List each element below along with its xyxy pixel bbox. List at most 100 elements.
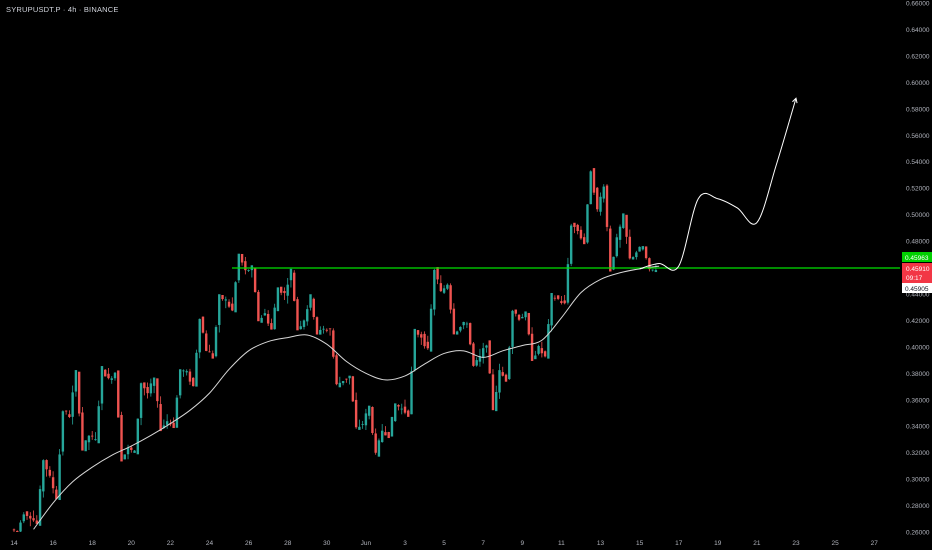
- candle-body: [25, 511, 29, 516]
- candle-body: [498, 370, 501, 393]
- candle-body: [315, 317, 319, 335]
- candle-body: [283, 291, 286, 294]
- candle-body: [175, 397, 179, 428]
- time-axis[interactable]: 14 16 18 20 22 24 26 28 30 Jun 3 5 7 9 11 13 15 17 19 21 23 2…: [10, 540, 878, 547]
- candle-body: [410, 371, 413, 415]
- candle-body: [172, 422, 175, 429]
- candle-body: [253, 267, 257, 293]
- candle-body: [407, 410, 410, 417]
- candle-body: [293, 272, 296, 301]
- time-axis-label: 5: [442, 540, 446, 547]
- price-axis-label: 0.50000: [906, 212, 930, 219]
- candle-body: [32, 518, 35, 521]
- candle-body: [504, 374, 508, 382]
- candle-body: [364, 413, 368, 426]
- price-axis-label: 0.64000: [906, 27, 930, 34]
- price-axis-label: 0.32000: [906, 450, 930, 457]
- candle-body: [322, 328, 325, 330]
- candle-body: [543, 351, 547, 357]
- candle-body: [113, 372, 117, 379]
- candle-body: [462, 321, 465, 326]
- time-axis-label: 18: [89, 540, 97, 547]
- candle-body: [273, 307, 276, 330]
- candle-body: [104, 369, 107, 377]
- candle-body: [371, 406, 374, 433]
- time-axis-label: 25: [831, 540, 839, 547]
- candle-body: [87, 435, 91, 443]
- candle-body: [120, 414, 123, 462]
- candle-body: [182, 370, 185, 372]
- candle-body: [156, 378, 159, 402]
- candle-body: [429, 308, 433, 352]
- last-price-badges: 0.45963 0.45910 09:17 0.45905: [902, 252, 932, 293]
- candle-body: [51, 477, 55, 489]
- candle-body: [400, 408, 403, 410]
- candle-body: [605, 185, 609, 227]
- candle-body: [12, 529, 16, 531]
- candle-body: [84, 440, 87, 452]
- candle-body: [332, 330, 335, 357]
- current-price-badge-text: 0.45910: [906, 266, 930, 273]
- candle-body: [622, 213, 625, 228]
- candle-body: [468, 323, 472, 345]
- candle-body: [335, 355, 338, 385]
- candle-body: [211, 353, 214, 359]
- time-axis-label: 16: [49, 540, 57, 547]
- candle-body: [266, 313, 270, 324]
- candle-body: [312, 298, 315, 317]
- price-axis-label: 0.54000: [906, 159, 930, 166]
- candle-body: [615, 237, 618, 257]
- candle-body: [465, 323, 469, 325]
- candle-body: [384, 432, 387, 436]
- candle-body: [136, 418, 140, 455]
- candle-body: [152, 377, 156, 386]
- candle-body: [276, 287, 280, 312]
- candle-body: [328, 328, 332, 330]
- candle-body: [380, 430, 384, 443]
- candle-body: [524, 311, 527, 318]
- price-axis-label: 0.58000: [906, 106, 930, 113]
- candle-body: [358, 426, 361, 430]
- candle-body: [244, 261, 247, 271]
- projection-path[interactable]: [639, 98, 797, 271]
- candle-body: [488, 340, 491, 374]
- candle-body: [599, 196, 602, 212]
- candle-body: [449, 285, 452, 310]
- candle-body: [201, 316, 205, 333]
- candle-body: [638, 246, 641, 252]
- candle-body: [530, 333, 534, 361]
- time-axis-label: 30: [323, 540, 331, 547]
- candle-body: [354, 399, 358, 428]
- price-axis-label: 0.62000: [906, 53, 930, 60]
- candle-body: [100, 366, 104, 404]
- candle-body: [397, 405, 400, 407]
- candle-body: [74, 370, 78, 392]
- candle-body: [583, 237, 586, 245]
- candle-body: [68, 414, 71, 418]
- candle-body: [107, 373, 110, 379]
- candle-body: [195, 352, 198, 387]
- candle-body: [560, 301, 563, 303]
- moving-average-line: [33, 265, 660, 530]
- candle-body: [117, 370, 120, 418]
- candle-body: [130, 447, 133, 450]
- candle-body: [416, 330, 420, 335]
- candle-body: [413, 328, 416, 371]
- bar-countdown-text: 09:17: [906, 275, 923, 282]
- time-axis-label: 17: [675, 540, 683, 547]
- time-axis-label: 14: [10, 540, 18, 547]
- price-axis-label: 0.30000: [906, 477, 930, 484]
- candle-body: [540, 348, 544, 354]
- candle-body: [537, 345, 540, 354]
- candle-body: [143, 382, 146, 389]
- candle-body: [517, 314, 521, 320]
- candle-body: [302, 320, 306, 327]
- candle-body: [374, 433, 377, 453]
- price-axis-label: 0.52000: [906, 186, 930, 193]
- price-axis-label: 0.38000: [906, 371, 930, 378]
- candle-body: [345, 378, 348, 380]
- price-chart[interactable]: 0.66000 0.64000 0.62000 0.60000 0.58000 0.560…: [0, 0, 932, 550]
- candle-body: [110, 378, 113, 380]
- candle-body: [361, 424, 364, 425]
- candle-body: [42, 460, 45, 492]
